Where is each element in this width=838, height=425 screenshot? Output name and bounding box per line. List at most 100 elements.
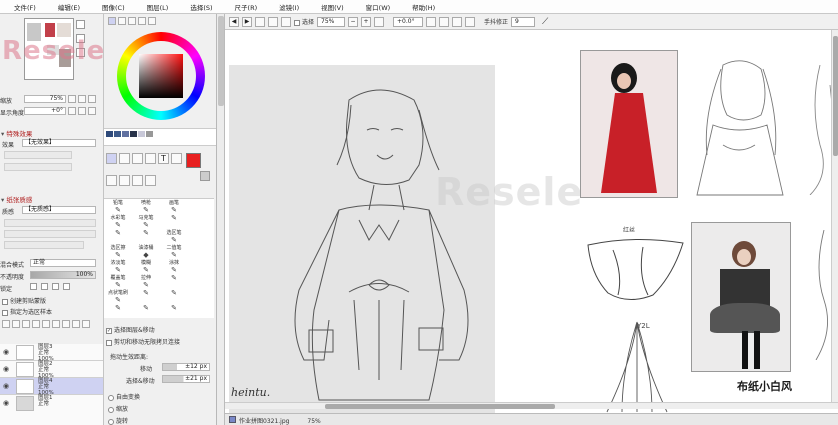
menu-help[interactable]: 帮助(H) [412, 2, 435, 12]
zoom-field[interactable]: 75% [24, 95, 66, 103]
brush-slot[interactable]: 画笔 ✎ [160, 199, 188, 214]
redo-icon[interactable]: ▶ [242, 16, 252, 27]
zoom-tool-icon[interactable] [106, 175, 117, 186]
panel-scroll-thumb[interactable] [218, 16, 224, 106]
select-source-option[interactable]: 指定为选区样本 [2, 307, 52, 316]
clip-mask-option[interactable]: 创建剪贴蒙版 [2, 296, 46, 305]
brush-slot[interactable]: ✎ [160, 214, 188, 229]
eye-icon[interactable]: ◉ [3, 365, 9, 373]
panel-scrollbar[interactable] [217, 14, 225, 425]
canvas-vscroll-thumb[interactable] [833, 36, 838, 156]
color-sv-square[interactable] [139, 54, 183, 98]
document-tab[interactable]: 作业拼图0321.jpg 75% [239, 416, 321, 425]
rect-select-icon[interactable] [106, 153, 117, 164]
copy-layer-button[interactable] [22, 320, 30, 328]
free-transform-radio[interactable] [108, 394, 114, 401]
brush-slot[interactable]: ✎ [132, 289, 160, 304]
texture-param-3[interactable] [4, 241, 84, 249]
select-move-option[interactable]: ✓ 选择图层&移动 [106, 325, 155, 334]
select-toggle[interactable]: 选择 [294, 17, 314, 26]
zoom-dropdown[interactable]: 75% [317, 16, 346, 27]
rotate-radio[interactable] [108, 418, 114, 425]
swatch-tab[interactable] [138, 17, 146, 25]
brush-slot[interactable]: 选区笔 ✎ [160, 229, 188, 244]
layer-mask-button[interactable] [62, 320, 70, 328]
layer-row-selected[interactable]: ◉ 图层4 正常 100% [0, 378, 103, 396]
texture-param-2[interactable] [4, 230, 96, 238]
brush-slot[interactable]: 点状笔刷 ✎ [104, 289, 132, 304]
brush-slot[interactable]: ✎ [104, 229, 132, 244]
color-wheel-tab[interactable] [108, 17, 116, 25]
texture-param-1[interactable] [4, 219, 96, 227]
brush-slot[interactable]: ✎ [160, 289, 188, 304]
angle-dropdown[interactable]: +0.0° [393, 16, 424, 27]
layer-fx-button[interactable] [72, 320, 80, 328]
deselect-icon[interactable] [255, 16, 265, 27]
menu-select[interactable]: 选择(S) [190, 2, 212, 12]
menu-ruler[interactable]: 尺子(R) [235, 2, 258, 12]
brush-slot[interactable]: 铅笔 ✎ [104, 199, 132, 214]
menu-edit[interactable]: 编辑(E) [58, 2, 80, 12]
brush-slot[interactable]: 选区擦 ✎ [104, 244, 132, 259]
brush-slot[interactable]: 喷枪 ✎ [132, 199, 160, 214]
brush-slot[interactable]: ✎ [104, 304, 132, 319]
merge-down-button[interactable] [32, 320, 40, 328]
pen-tool-icon[interactable] [145, 175, 156, 186]
brush-slot[interactable]: 模糊 ✎ [132, 259, 160, 274]
canvas-hscroll[interactable] [225, 402, 838, 409]
zoom-out-icon[interactable]: − [348, 16, 359, 27]
line-tool-icon[interactable]: ⟋ [542, 17, 548, 27]
effect-select[interactable]: 【无效果】 [22, 139, 96, 147]
canvas-area[interactable]: heintu. Resele 红丝 Y2L 布纸小白风 [225, 30, 838, 413]
background-color[interactable] [200, 171, 210, 181]
layer-row[interactable]: ◉ 图层2 正常 100% [0, 361, 103, 379]
eye-icon[interactable]: ◉ [3, 399, 9, 407]
menu-view[interactable]: 视图(V) [321, 2, 344, 12]
effect-param-2[interactable] [4, 163, 72, 171]
brush-slot[interactable]: 覆盖笔 ✎ [104, 274, 132, 289]
lock-buttons[interactable] [30, 283, 96, 291]
brush-slot[interactable]: 二值笔 ✎ [160, 244, 188, 259]
text-tool-icon[interactable]: T [158, 153, 169, 164]
cut-move-option[interactable]: 剪切和移动无限拷贝连接 [106, 337, 180, 346]
layer-row[interactable]: ◉ 图层1 正常 [0, 395, 103, 425]
brush-slot[interactable]: 拉伸 ✎ [132, 274, 160, 289]
lasso-icon[interactable] [119, 153, 130, 164]
move-distance-field[interactable]: ±12 px [162, 363, 210, 371]
mixer-tab[interactable] [148, 17, 156, 25]
rotate-option[interactable]: 旋转 [108, 416, 128, 425]
hand-tool-icon[interactable] [132, 175, 143, 186]
zoom-minus-button[interactable] [68, 95, 76, 103]
zoom-fit-icon[interactable] [374, 16, 385, 27]
select-move-distance-field[interactable]: ±21 px [162, 375, 210, 383]
foreground-color[interactable] [186, 153, 201, 168]
menu-window[interactable]: 窗口(W) [366, 2, 391, 12]
select-source-checkbox[interactable] [2, 309, 8, 316]
brush-slot[interactable]: ✎ [132, 229, 160, 244]
move-tool-icon[interactable] [171, 153, 182, 164]
brush-slot[interactable]: 马克笔 ✎ [132, 214, 160, 229]
opacity-slider[interactable]: 100% [30, 271, 96, 279]
layer-row[interactable]: ◉ 图层3 正常 100% [0, 344, 103, 362]
color-wheel[interactable] [117, 32, 205, 120]
magic-wand-icon[interactable] [132, 153, 143, 164]
new-folder-button[interactable] [12, 320, 20, 328]
menu-layer[interactable]: 图层(L) [147, 2, 169, 12]
rotate-reset-icon[interactable] [452, 16, 463, 27]
layer-option-button[interactable] [82, 320, 90, 328]
brush-slot[interactable]: 油漆桶 ◆ [132, 244, 160, 259]
show-select-icon[interactable] [281, 16, 291, 27]
canvas-vscroll[interactable] [831, 30, 838, 402]
angle-field[interactable]: +0° [24, 107, 66, 115]
eyedropper-icon[interactable] [145, 153, 156, 164]
brush-slot[interactable]: ✎ [160, 304, 188, 319]
scale-option[interactable]: 缩放 [108, 404, 128, 413]
undo-icon[interactable]: ◀ [229, 16, 239, 27]
delete-layer-button[interactable] [52, 320, 60, 328]
angle-reset-button[interactable] [88, 107, 96, 115]
free-transform-option[interactable]: 自由变换 [108, 392, 140, 401]
brush-slot[interactable]: ✎ [160, 274, 188, 289]
eye-icon[interactable]: ◉ [3, 382, 9, 390]
rgb-slider-tab[interactable] [118, 17, 126, 25]
texture-select[interactable]: 【无质感】 [22, 206, 96, 214]
